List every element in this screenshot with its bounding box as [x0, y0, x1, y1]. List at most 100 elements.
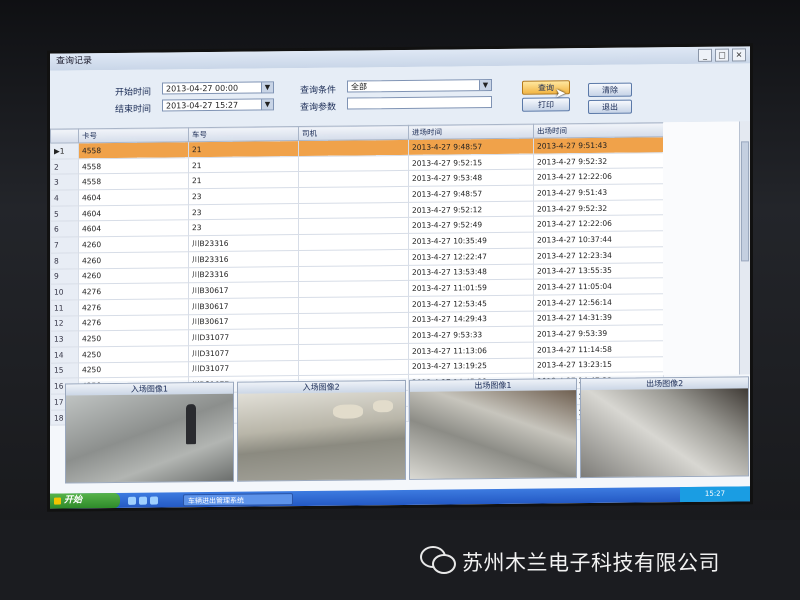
plate-cell: 23: [188, 219, 299, 236]
card-cell: 4558: [78, 141, 189, 159]
camera-image: [409, 390, 577, 479]
in-time-cell: 2013-4-27 13:53:48: [408, 263, 534, 281]
in-time-cell: 2013-4-27 9:48:57: [408, 138, 534, 156]
dropdown-arrow-icon[interactable]: ▼: [479, 80, 491, 91]
out-time-cell: 2013-4-27 10:37:44: [533, 230, 664, 248]
out-time-cell: 2013-4-27 11:14:58: [533, 340, 664, 358]
rock-shape: [372, 400, 393, 413]
minimize-icon[interactable]: _: [698, 48, 712, 62]
dropdown-arrow-icon[interactable]: ▼: [261, 99, 273, 110]
exit-button[interactable]: 退出: [588, 99, 632, 115]
close-icon[interactable]: ✕: [732, 48, 746, 62]
in-time-cell: 2013-4-27 14:29:43: [408, 310, 534, 328]
plate-cell: 川B23316: [188, 250, 299, 268]
out-time-cell: 2013-4-27 9:52:32: [533, 199, 664, 217]
row-number: 11: [50, 299, 79, 316]
column-header-out-time[interactable]: 出场时间: [533, 122, 664, 139]
row-number: 7: [50, 236, 79, 253]
driver-cell: [298, 264, 409, 282]
quick-launch-icon[interactable]: [150, 496, 158, 505]
window-controls: _ □ ✕: [698, 48, 746, 62]
out-time-cell: 2013-4-27 9:51:43: [533, 183, 664, 201]
out-time-cell: 2013-4-27 12:56:14: [533, 293, 664, 311]
plate-cell: 川B30617: [188, 297, 299, 315]
in-time-cell: 2013-4-27 9:52:15: [408, 153, 534, 171]
window-title: 查询记录: [56, 56, 93, 67]
out-time-cell: 2013-4-27 9:52:32: [533, 152, 664, 170]
entry-camera-2: 入场图像2: [236, 379, 406, 482]
in-time-cell: 2013-4-27 11:01:59: [408, 279, 534, 297]
row-number: 5: [50, 205, 79, 222]
taskbar-app-button[interactable]: 车辆进出管理系统: [183, 492, 293, 506]
in-time-cell: 2013-4-27 9:52:49: [408, 216, 534, 234]
condition-select[interactable]: 全部 ▼: [347, 79, 492, 93]
start-time-value: 2013-04-27 00:00: [166, 83, 239, 94]
card-cell: 4260: [78, 267, 189, 285]
driver-cell: [298, 202, 409, 220]
records-grid[interactable]: 卡号 车号 司机 进场时间 出场时间 ▶1 4558 21 2013-4-27 9:4…: [50, 121, 750, 426]
card-cell: 4604: [78, 220, 189, 237]
in-time-cell: 2013-4-27 11:13:06: [408, 342, 534, 360]
card-cell: 4276: [78, 298, 189, 316]
param-input[interactable]: [347, 96, 492, 110]
system-clock: 15:27: [680, 486, 750, 503]
card-cell: 4558: [78, 157, 189, 175]
footer: 苏州木兰电子科技有限公司: [0, 520, 800, 600]
out-time-cell: 2013-4-27 14:31:39: [533, 309, 664, 327]
card-cell: 4276: [78, 282, 189, 300]
end-time-label: 结束时间: [115, 104, 152, 115]
taskbar: 开始 车辆进出管理系统 15:27: [50, 486, 750, 509]
exit-camera-2: 出场图像2: [580, 376, 749, 479]
end-time-value: 2013-04-27 15:27: [166, 100, 239, 111]
row-number: 3: [50, 174, 79, 191]
out-time-cell: 2013-4-27 13:55:35: [533, 262, 664, 280]
clear-button[interactable]: 清除: [588, 82, 632, 98]
row-number: 8: [50, 252, 79, 269]
card-cell: 4558: [78, 173, 189, 190]
driver-cell: [298, 155, 409, 172]
driver-cell: [298, 311, 409, 329]
start-label: 开始: [64, 495, 83, 506]
cursor-icon: ➤: [555, 86, 566, 102]
driver-cell: [298, 186, 409, 204]
column-header-driver[interactable]: 司机: [298, 125, 409, 141]
column-header-card[interactable]: 卡号: [78, 127, 189, 143]
out-time-cell: 2013-4-27 13:23:15: [533, 356, 664, 374]
in-time-cell: 2013-4-27 9:53:48: [408, 169, 534, 187]
driver-cell: [298, 327, 409, 345]
plate-cell: 川D31077: [188, 360, 299, 378]
out-time-cell: 2013-4-27 12:23:34: [533, 246, 664, 264]
start-time-field[interactable]: 2013-04-27 00:00 ▼: [162, 81, 274, 95]
in-time-cell: 2013-4-27 9:52:12: [408, 200, 534, 218]
row-number: 10: [50, 284, 79, 301]
vertical-scrollbar[interactable]: [739, 121, 750, 375]
in-time-cell: 2013-4-27 12:22:47: [408, 247, 534, 265]
scrollbar-thumb[interactable]: [741, 141, 749, 262]
in-time-cell: 2013-4-27 9:48:57: [408, 185, 534, 203]
plate-cell: 23: [188, 187, 299, 205]
driver-cell: [298, 296, 409, 314]
end-time-field[interactable]: 2013-04-27 15:27 ▼: [162, 98, 274, 112]
card-cell: 4604: [78, 188, 189, 206]
column-header-plate[interactable]: 车号: [188, 126, 299, 142]
in-time-cell: 2013-4-27 12:53:45: [408, 294, 534, 312]
row-number-header: [50, 128, 79, 144]
person-figure: [186, 404, 196, 445]
start-time-label: 开始时间: [115, 87, 152, 98]
monitor-bezel: 查询记录 _ □ ✕ 开始时间 2013-04-27 00:00 ▼ 结束时间 …: [0, 0, 800, 520]
driver-cell: [298, 249, 409, 267]
plate-cell: 川D31077: [188, 344, 299, 362]
plate-cell: 21: [188, 156, 299, 174]
maximize-icon[interactable]: □: [715, 48, 729, 62]
column-header-in-time[interactable]: 进场时间: [408, 124, 534, 140]
quick-launch: [128, 496, 158, 505]
plate-cell: 川B23316: [188, 266, 299, 283]
start-button[interactable]: 开始: [50, 492, 120, 509]
plate-cell: 川B23316: [188, 234, 299, 252]
row-number: 15: [50, 362, 79, 379]
dropdown-arrow-icon[interactable]: ▼: [261, 82, 273, 93]
camera-image: [237, 391, 405, 481]
camera-image: [581, 388, 748, 478]
quick-launch-icon[interactable]: [139, 496, 147, 505]
quick-launch-icon[interactable]: [128, 496, 136, 505]
